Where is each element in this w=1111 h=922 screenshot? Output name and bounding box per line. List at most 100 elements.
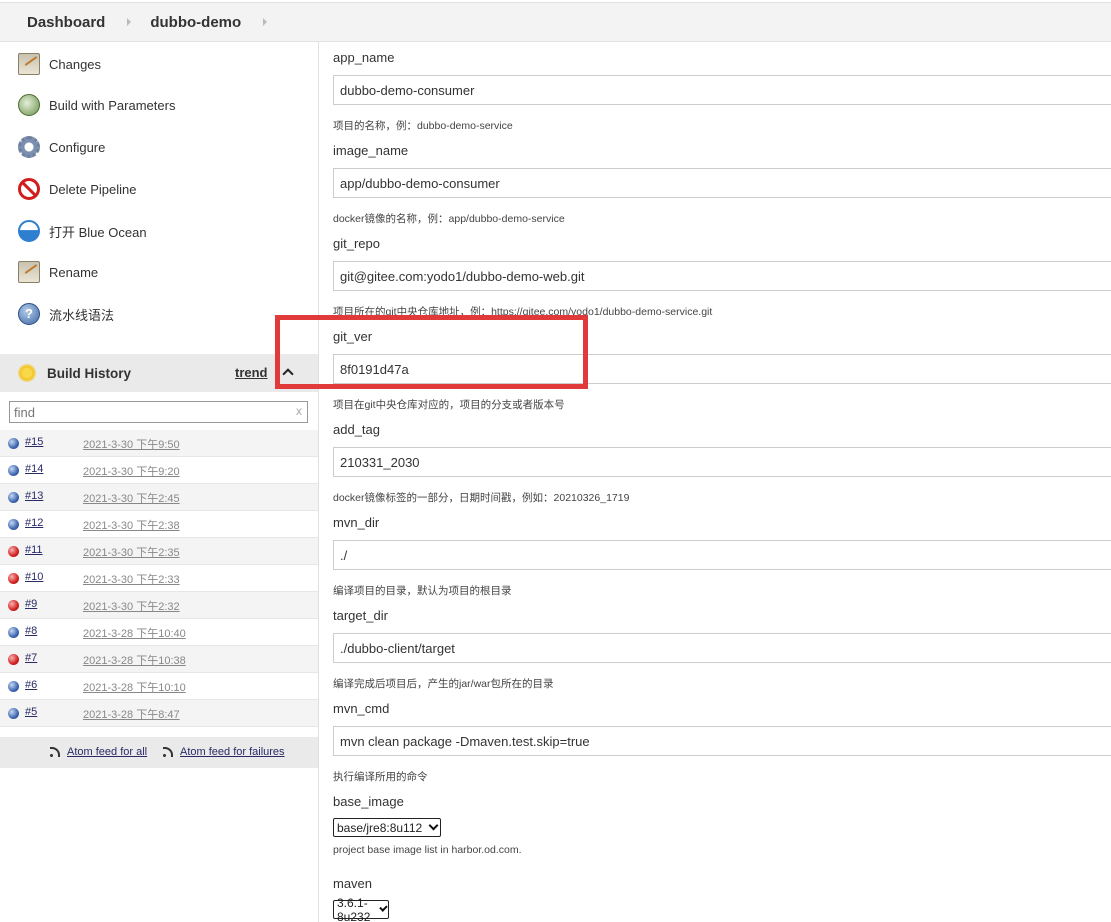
atom-feed-all-link[interactable]: Atom feed for all [67, 746, 147, 758]
build-number-link[interactable]: #8 [25, 625, 37, 637]
failed-status-icon [8, 600, 19, 611]
sidebar-item-build-with-parameters[interactable]: Build with Parameters [18, 92, 175, 118]
param-target-dir: target_dir 编译完成后项目后，产生的jar/war包所在的目录 [333, 608, 1111, 690]
build-date-link[interactable]: 2021-3-30 下午2:38 [83, 517, 180, 533]
target-dir-input[interactable] [333, 633, 1111, 663]
success-status-icon [8, 627, 19, 638]
git-repo-input[interactable] [333, 261, 1111, 291]
build-search-input[interactable] [10, 402, 280, 422]
build-date-link[interactable]: 2021-3-28 下午10:38 [83, 652, 186, 668]
clear-search-icon[interactable]: x [296, 404, 302, 418]
select-value: base/jre8:8u112 [337, 820, 423, 835]
build-row: #14 2021-3-30 下午9:20 [0, 457, 318, 484]
param-label: git_repo [333, 236, 380, 251]
chevron-down-icon [428, 820, 439, 831]
build-date-link[interactable]: 2021-3-28 下午8:47 [83, 706, 180, 722]
sidebar-item-changes[interactable]: Changes [18, 51, 101, 77]
param-add-tag: add_tag docker镜像标签的一部分，日期时间戳，例如：20210326… [333, 422, 1111, 504]
rss-icon [50, 747, 60, 757]
build-date-link[interactable]: 2021-3-30 下午9:50 [83, 436, 180, 452]
maven-select[interactable]: 3.6.1-8u232 [333, 896, 390, 922]
chevron-down-icon [378, 903, 388, 912]
param-description: 项目的名称，例：dubbo-demo-service [333, 120, 513, 132]
help-icon: ? [18, 303, 40, 325]
blue-ocean-icon [18, 220, 40, 242]
param-maven: maven 3.6.1-8u232 [333, 876, 390, 922]
sidebar-item-label: 流水线语法 [49, 307, 115, 323]
build-number-link[interactable]: #5 [25, 706, 37, 718]
build-number-link[interactable]: #10 [25, 571, 43, 583]
param-label: app_name [333, 50, 395, 65]
trend-link[interactable]: trend [235, 365, 268, 380]
mvn-dir-input[interactable] [333, 540, 1111, 570]
param-description: 编译项目的目录，默认为项目的根目录 [333, 585, 512, 597]
image-name-input[interactable] [333, 168, 1111, 198]
build-row: #15 2021-3-30 下午9:50 [0, 430, 318, 457]
sidebar: Changes Build with Parameters Configure … [0, 42, 318, 922]
param-git-repo: git_repo 项目所在的git中央仓库地址，例：https://gitee.… [333, 236, 1111, 318]
sidebar-item-label: Configure [49, 139, 106, 155]
breadcrumb-separator-icon[interactable] [263, 18, 268, 26]
sidebar-item-rename[interactable]: Rename [18, 259, 98, 285]
success-status-icon [8, 465, 19, 476]
param-description: docker镜像的名称，例：app/dubbo-demo-service [333, 213, 565, 225]
build-date-link[interactable]: 2021-3-30 下午2:33 [83, 571, 180, 587]
build-row: #9 2021-3-30 下午2:32 [0, 592, 318, 619]
param-label: add_tag [333, 422, 380, 437]
failed-status-icon [8, 546, 19, 557]
build-number-link[interactable]: #11 [25, 544, 43, 556]
build-date-link[interactable]: 2021-3-30 下午2:32 [83, 598, 180, 614]
base-image-select[interactable]: base/jre8:8u112 [333, 818, 442, 837]
param-image-name: image_name docker镜像的名称，例：app/dubbo-demo-… [333, 143, 1111, 225]
build-number-link[interactable]: #15 [25, 436, 43, 448]
sidebar-item-blue-ocean[interactable]: 打开 Blue Ocean [18, 218, 147, 244]
sidebar-item-label: Build with Parameters [49, 97, 176, 113]
sidebar-item-label: Rename [49, 264, 99, 280]
success-status-icon [8, 519, 19, 530]
sidebar-item-delete-pipeline[interactable]: Delete Pipeline [18, 176, 136, 202]
parameters-form: app_name 项目的名称，例：dubbo-demo-service imag… [319, 42, 1111, 922]
feed-bar: Atom feed for all Atom feed for failures [0, 737, 318, 768]
highlight-annotation-box [275, 315, 588, 389]
build-number-link[interactable]: #13 [25, 490, 43, 502]
build-search-box: x [9, 401, 308, 423]
param-label: mvn_cmd [333, 701, 390, 716]
notepad-icon [18, 53, 40, 75]
success-status-icon [8, 438, 19, 449]
build-number-link[interactable]: #9 [25, 598, 37, 610]
atom-feed-failures-link[interactable]: Atom feed for failures [180, 746, 285, 758]
sidebar-item-label: Changes [49, 56, 102, 72]
build-number-link[interactable]: #7 [25, 652, 37, 664]
build-date-link[interactable]: 2021-3-28 下午10:40 [83, 625, 186, 641]
app-name-input[interactable] [333, 75, 1111, 105]
build-row: #13 2021-3-30 下午2:45 [0, 484, 318, 511]
param-description: 执行编译所用的命令 [333, 771, 428, 783]
mvn-cmd-input[interactable] [333, 726, 1111, 756]
sidebar-item-label: 打开 Blue Ocean [49, 224, 147, 240]
add-tag-input[interactable] [333, 447, 1111, 477]
build-row: #7 2021-3-28 下午10:38 [0, 646, 318, 673]
breadcrumb-separator-icon[interactable] [127, 18, 132, 26]
breadcrumb-dashboard[interactable]: Dashboard [27, 14, 105, 31]
param-label: base_image [333, 794, 404, 809]
build-date-link[interactable]: 2021-3-30 下午9:20 [83, 463, 180, 479]
param-label: mvn_dir [333, 515, 380, 530]
weather-sun-icon [18, 364, 36, 382]
select-value: 3.6.1-8u232 [337, 895, 371, 922]
build-history-title: Build History [47, 365, 132, 381]
build-number-link[interactable]: #6 [25, 679, 37, 691]
param-label: target_dir [333, 608, 388, 623]
build-date-link[interactable]: 2021-3-30 下午2:45 [83, 490, 180, 506]
build-number-link[interactable]: #12 [25, 517, 43, 529]
param-label: image_name [333, 143, 409, 158]
sidebar-item-pipeline-syntax[interactable]: ? 流水线语法 [18, 301, 114, 327]
breadcrumb-dubbo-demo[interactable]: dubbo-demo [150, 14, 241, 31]
param-mvn-dir: mvn_dir 编译项目的目录，默认为项目的根目录 [333, 515, 1111, 597]
build-date-link[interactable]: 2021-3-30 下午2:35 [83, 544, 180, 560]
param-app-name: app_name 项目的名称，例：dubbo-demo-service [333, 50, 1111, 132]
param-label: maven [333, 876, 373, 891]
build-number-link[interactable]: #14 [25, 463, 43, 475]
build-date-link[interactable]: 2021-3-28 下午10:10 [83, 679, 186, 695]
param-mvn-cmd: mvn_cmd 执行编译所用的命令 [333, 701, 1111, 783]
sidebar-item-configure[interactable]: Configure [18, 134, 105, 160]
